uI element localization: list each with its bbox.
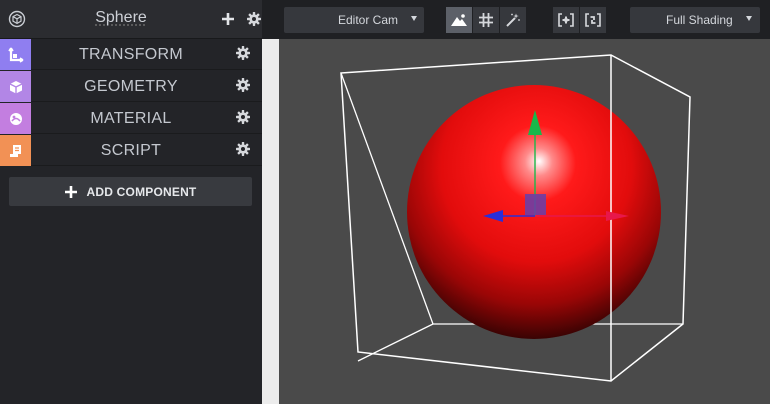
viewport-left-strip [262, 39, 279, 404]
frame-all-button[interactable] [580, 7, 606, 33]
component-label: SCRIPT [100, 142, 162, 159]
shading-dropdown-value: Full Shading [666, 13, 733, 27]
entity-settings-button[interactable] [245, 10, 263, 28]
landscape-view-button[interactable] [446, 7, 472, 33]
component-geometry[interactable]: GEOMETRY [0, 71, 262, 102]
camera-dropdown[interactable]: Editor Cam [284, 7, 424, 33]
material-sphere-icon [0, 103, 31, 134]
component-label: GEOMETRY [84, 78, 178, 95]
effects-toggle-button[interactable] [500, 7, 526, 33]
caret-down-icon [746, 16, 752, 21]
gear-icon[interactable] [236, 46, 252, 62]
magic-wand-icon [506, 13, 520, 27]
gear-icon [247, 12, 261, 26]
frame-all-icon [585, 13, 601, 27]
add-button[interactable] [219, 10, 237, 28]
plus-icon [222, 13, 234, 25]
scene-viewport[interactable] [262, 39, 770, 404]
viewport-toolbar: Editor Cam Full Shading [262, 0, 770, 39]
plus-icon [64, 185, 77, 198]
entity-cube-icon [8, 10, 26, 28]
gear-icon[interactable] [236, 110, 252, 126]
add-component-label: ADD COMPONENT [86, 184, 197, 199]
component-script[interactable]: SCRIPT [0, 135, 262, 166]
caret-down-icon [411, 16, 417, 21]
grid-toggle-button[interactable] [473, 7, 499, 33]
view-tools [446, 7, 526, 33]
component-label: MATERIAL [90, 110, 172, 127]
scene-render[interactable] [262, 39, 770, 404]
frame-selection-icon [558, 13, 574, 27]
gear-icon[interactable] [236, 78, 252, 94]
shading-dropdown[interactable]: Full Shading [630, 7, 760, 33]
camera-dropdown-value: Editor Cam [338, 13, 399, 27]
gizmo-center-handle[interactable] [525, 194, 546, 215]
component-transform[interactable]: TRANSFORM [0, 39, 262, 70]
component-label: TRANSFORM [78, 46, 184, 63]
geometry-cube-icon [0, 71, 31, 102]
inspector-panel: Sphere TRANSFORM GEOMETRY MATERIAL SCRIP… [0, 0, 262, 404]
landscape-icon [451, 14, 467, 26]
frame-selection-button[interactable] [553, 7, 579, 33]
script-scroll-icon [0, 135, 31, 166]
frame-tools [553, 7, 606, 33]
entity-name[interactable]: Sphere [70, 9, 172, 27]
inspector-header: Sphere [0, 0, 262, 39]
add-component-button[interactable]: ADD COMPONENT [9, 177, 252, 206]
component-material[interactable]: MATERIAL [0, 103, 262, 134]
grid-icon [479, 13, 493, 27]
gear-icon[interactable] [236, 142, 252, 158]
transform-axes-icon [0, 39, 31, 70]
